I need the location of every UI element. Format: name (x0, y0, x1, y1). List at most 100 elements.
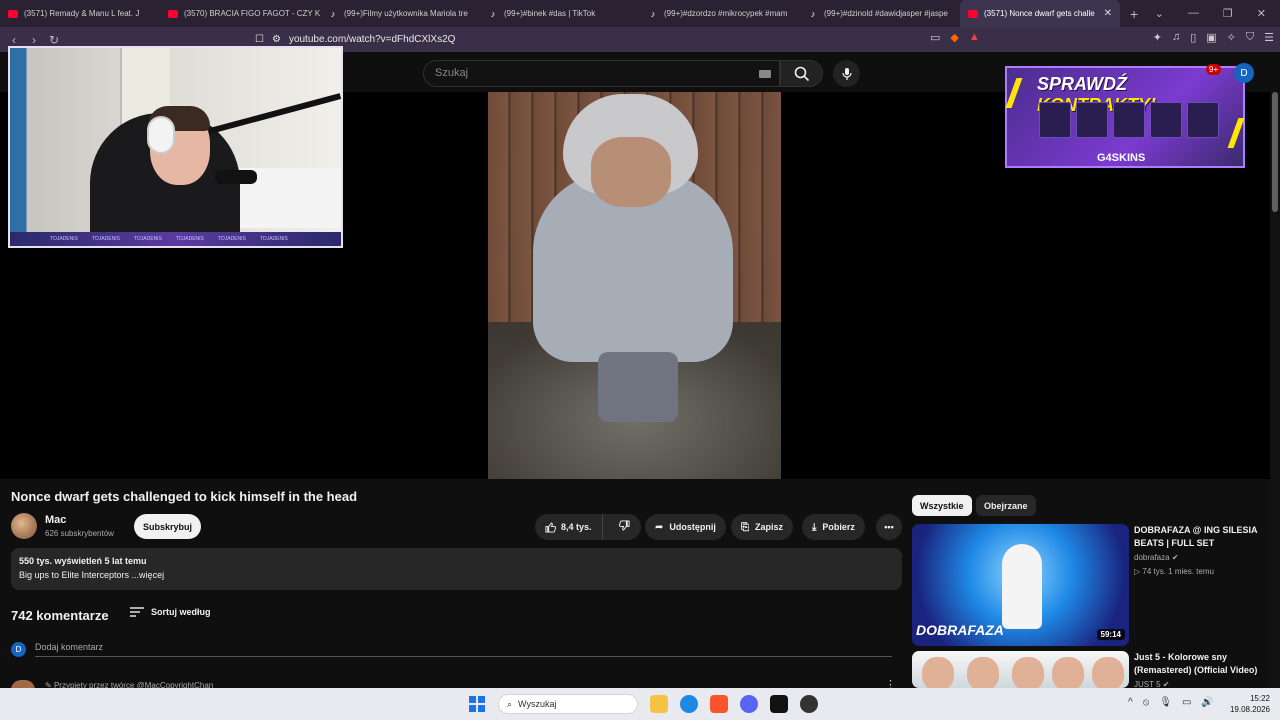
chip-all[interactable]: Wszystkie (912, 495, 972, 516)
sort-label: Sortuj według (151, 607, 211, 617)
cast-icon[interactable]: ▭ (930, 31, 940, 44)
overlay-label: TOJADENIS (50, 236, 78, 242)
user-avatar: D (11, 642, 26, 657)
page-scrollbar[interactable] (1270, 92, 1280, 688)
browser-tab[interactable]: ♪ (99+)#dzordzo #mikrocypek #mam (640, 0, 800, 27)
leo-icon[interactable]: ✧ (1227, 31, 1236, 44)
mic-tray-icon[interactable]: 🎙 (1159, 697, 1172, 708)
taskbar-search[interactable]: ⌕ Wyszukaj (498, 694, 638, 714)
vpn-icon[interactable]: ⛉ (1246, 31, 1254, 44)
wallet-icon[interactable]: ▣ (1206, 31, 1216, 44)
download-icon: ⤓ (812, 521, 817, 533)
browser-tab-active[interactable]: (3571) Nonce dwarf gets challe ✕ (960, 0, 1120, 27)
thumbs-up-icon (545, 521, 556, 533)
download-button[interactable]: ⤓ Pobierz (802, 514, 865, 540)
reload-icon[interactable]: ↻ (44, 33, 64, 47)
search-button[interactable] (780, 60, 823, 87)
lightning-icon (1005, 78, 1023, 108)
windows-taskbar: ⌕ Wyszukaj ^ ⦸ 🎙 ▭ 🔊 15:22 19.08.2026 (0, 688, 1280, 720)
scrollbar-thumb[interactable] (1272, 92, 1278, 212)
overlay-label: TOJADENIS (217, 236, 246, 242)
ad-brand-logo: G4SKINS (1097, 152, 1146, 164)
recommendation-title[interactable]: DOBRAFAZA @ ING SILESIA BEATS | FULL SET (1134, 524, 1262, 550)
subscribe-button[interactable]: Subskrybuj (134, 514, 201, 539)
display-icon[interactable]: ▭ (1182, 697, 1191, 708)
youtube-icon (8, 9, 18, 18)
tab-label: (99+)#binek #das | TikTok (504, 9, 596, 18)
dislike-button[interactable] (609, 520, 640, 534)
search-input[interactable]: Szukaj (423, 60, 780, 87)
thumbnail-text: DOBRAFAZA (916, 622, 1004, 638)
chip-watched[interactable]: Obejrzane (976, 495, 1036, 516)
windows-icon (469, 696, 485, 712)
bookmark-icon[interactable]: ☐ (255, 34, 264, 45)
channel-avatar[interactable] (11, 513, 37, 539)
ad-banner[interactable]: SPRAWDŹ KONTRAKTY! G4SKINS (1005, 66, 1245, 168)
rewards-icon[interactable]: ▲ (969, 31, 980, 44)
site-info-icon[interactable]: ⚙ (272, 34, 281, 45)
recommendation-item[interactable]: DOBRAFAZA 59:14 DOBRAFAZA @ ING SILESIA … (912, 524, 1262, 648)
minimize-icon[interactable]: — (1188, 7, 1199, 20)
new-tab-icon[interactable]: + (1120, 6, 1148, 22)
close-tab-icon[interactable]: ✕ (1104, 8, 1112, 19)
browser-tab[interactable]: (3570) BRACIA FIGO FAGOT - CZY K (160, 0, 320, 27)
description-text: Big ups to Elite Interceptors ...więcej (19, 570, 165, 580)
extensions-icon[interactable]: ✦ (1153, 31, 1162, 44)
band-member (1052, 657, 1084, 688)
keyboard-icon[interactable] (759, 70, 771, 78)
search-placeholder: Szukaj (435, 67, 469, 79)
voice-search-button[interactable] (833, 60, 860, 87)
network-off-icon[interactable]: ⦸ (1143, 697, 1150, 708)
clock-date: 19.08.2026 (1229, 705, 1270, 714)
video-thumbnail[interactable] (912, 651, 1129, 688)
taskbar-search-placeholder: Wyszukaj (518, 699, 557, 709)
start-button[interactable] (468, 695, 486, 713)
recommendation-title[interactable]: Just 5 - Kolorowe sny (Remastered) (Offi… (1134, 651, 1262, 677)
volume-icon[interactable]: 🔊 (1201, 697, 1213, 708)
recommendation-meta: ▷ 74 tys. 1 mies. temu (1134, 567, 1214, 576)
system-clock[interactable]: 15:22 19.08.2026 (1228, 693, 1270, 715)
discord-icon[interactable] (740, 695, 758, 713)
video-thumbnail[interactable]: DOBRAFAZA 59:14 (912, 524, 1129, 646)
view-count-date: 550 tys. wyświetleń 5 lat temu (19, 556, 147, 566)
menu-icon[interactable]: ☰ (1264, 31, 1274, 44)
comments-count: 742 komentarze (11, 608, 109, 623)
media-icon[interactable]: ♫ (1172, 31, 1180, 44)
weapon-skin (1150, 102, 1182, 138)
brave-icon[interactable] (710, 695, 728, 713)
band-member (967, 657, 999, 688)
close-window-icon[interactable]: ✕ (1257, 7, 1266, 20)
browser-tab[interactable]: ♪ (99+)#binek #das | TikTok (480, 0, 640, 27)
forward-icon[interactable]: › (24, 33, 44, 47)
tab-list-icon[interactable]: ⌄ (1155, 7, 1164, 20)
tray-chevron-icon[interactable]: ^ (1128, 697, 1133, 708)
browser-tab[interactable]: (3571) Remady & Manu L feat. J (0, 0, 160, 27)
tab-label: (3571) Remady & Manu L feat. J (24, 9, 140, 18)
file-explorer-icon[interactable] (650, 695, 668, 713)
thumbs-down-icon (618, 520, 630, 531)
notification-badge[interactable]: 9+ (1206, 64, 1222, 75)
sidebar-icon[interactable]: ▯ (1190, 31, 1196, 44)
verified-icon: ✔ (1171, 553, 1179, 562)
webcam-overlay-bar: TOJADENIS TOJADENIS TOJADENIS TOJADENIS … (10, 232, 341, 246)
add-comment-input[interactable]: Dodaj komentarz (35, 642, 892, 657)
brave-shield-icon[interactable]: ◆ (950, 31, 958, 44)
sort-comments-button[interactable]: Sortuj według (130, 607, 211, 617)
description-box[interactable]: 550 tys. wyświetleń 5 lat temu Big ups t… (11, 548, 902, 590)
account-avatar[interactable]: D (1234, 63, 1254, 83)
browser-tab[interactable]: ♪ (99+)Filmy użytkownika Mariola tre (320, 0, 480, 27)
recommendation-channel[interactable]: dobrafaza ✔ (1134, 553, 1179, 562)
browser-tab[interactable]: ♪ (99+)#dzinold #dawidjasper #jaspe (800, 0, 960, 27)
recommendation-item[interactable]: Just 5 - Kolorowe sny (Remastered) (Offi… (912, 651, 1262, 689)
edge-icon[interactable] (680, 695, 698, 713)
back-icon[interactable]: ‹ (4, 33, 24, 47)
app-icon[interactable] (770, 695, 788, 713)
share-button[interactable]: ➦ Udostępnij (645, 514, 726, 540)
channel-name[interactable]: Mac (45, 514, 66, 526)
url-field[interactable]: ☐ ⚙ youtube.com/watch?v=dFhdCXlXs2Q (255, 30, 995, 49)
obs-icon[interactable] (800, 695, 818, 713)
more-actions-button[interactable]: ••• (876, 514, 902, 540)
maximize-icon[interactable]: ❐ (1223, 7, 1233, 20)
save-button[interactable]: ⎘ Zapisz (731, 514, 794, 540)
like-button[interactable]: 8,4 tys. (535, 514, 603, 540)
